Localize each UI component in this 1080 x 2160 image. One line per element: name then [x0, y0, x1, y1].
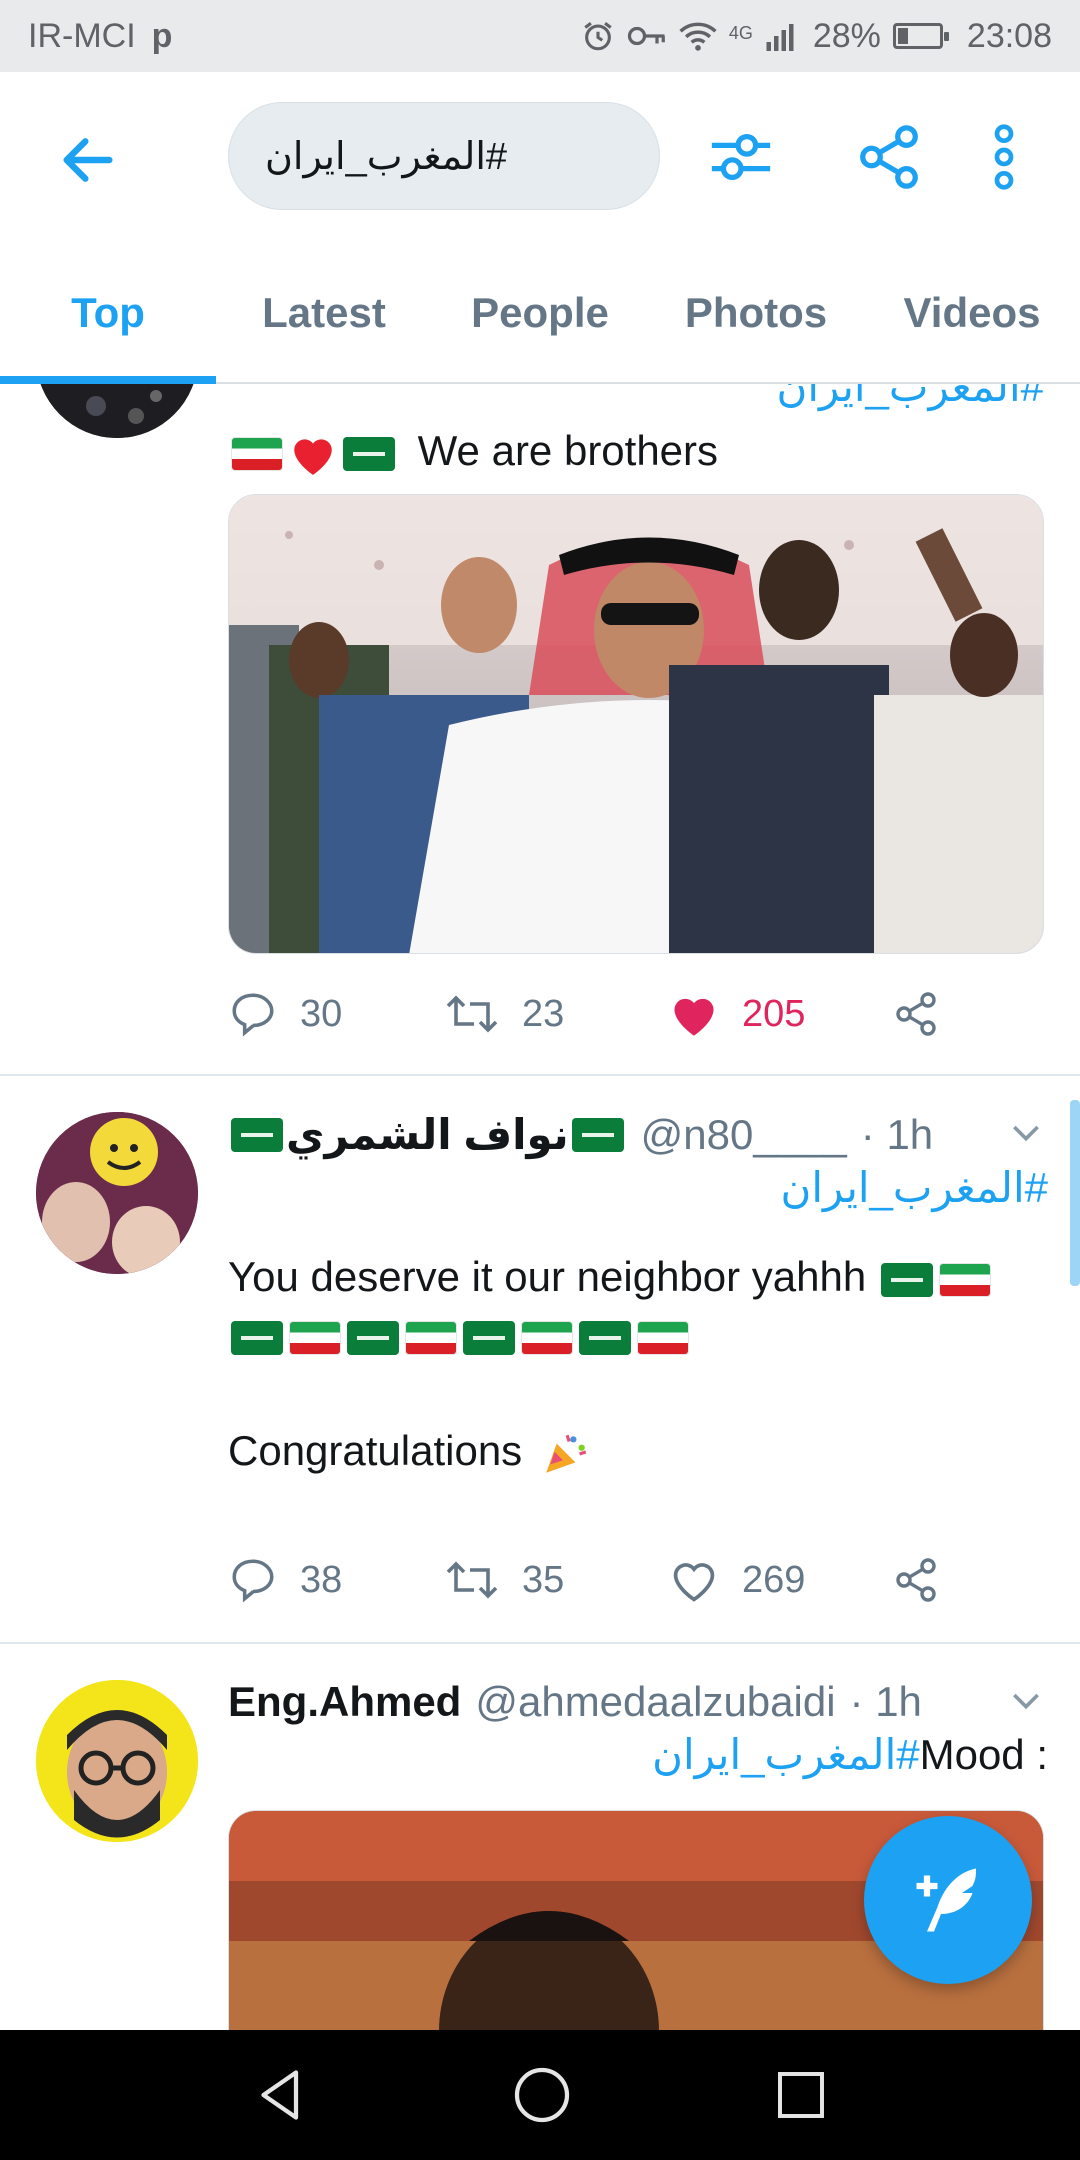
saudi-flag-icon: [347, 1320, 399, 1355]
retweet-icon: [446, 995, 498, 1033]
tab-top[interactable]: Top: [0, 244, 216, 384]
saudi-flag-icon: [880, 1262, 933, 1297]
compose-tweet-button[interactable]: [864, 1816, 1032, 1984]
signal-icon: [766, 24, 794, 51]
user-handle[interactable]: @ahmedaalzubaidi: [475, 1678, 835, 1726]
tab-videos[interactable]: Videos: [864, 244, 1080, 382]
tweet-text-line2: Congratulations: [228, 1427, 523, 1474]
tweet-hashtag[interactable]: #المغرب_ايران: [652, 1731, 919, 1778]
like-count: 269: [742, 1558, 806, 1601]
avatar[interactable]: [36, 384, 198, 438]
reply-icon: [232, 993, 274, 1037]
tweet-text: We are brothers: [228, 422, 1048, 480]
reply-count: 38: [300, 1558, 343, 1601]
carrier-icon: p: [151, 16, 173, 55]
iran-flag-icon: [231, 436, 283, 471]
tweet-photo[interactable]: [228, 494, 1044, 954]
iran-flag-icon: [405, 1320, 457, 1355]
key-icon: [627, 26, 665, 46]
nav-recents-icon[interactable]: [773, 2067, 829, 2123]
share-tweet-button[interactable]: [892, 1556, 940, 1604]
nav-home-icon[interactable]: [512, 2065, 572, 2125]
chevron-down-icon[interactable]: [1006, 1112, 1046, 1152]
like-button[interactable]: 205: [668, 990, 892, 1038]
network-type: 4G: [728, 22, 753, 43]
chevron-down-icon[interactable]: [1006, 1680, 1046, 1720]
like-count: 205: [742, 992, 806, 1035]
display-name[interactable]: Eng.Ahmed: [228, 1678, 461, 1726]
like-button[interactable]: 269: [668, 1556, 892, 1604]
feather-plus-icon: [916, 1868, 976, 1932]
heart-filled-icon: [674, 998, 714, 1036]
tweet[interactable]: #المغرب_ايران We are brothers 30 23 205: [0, 384, 1080, 1076]
iran-flag-icon: [938, 1262, 991, 1297]
tweet-hashtag[interactable]: #المغرب_ايران: [228, 384, 1044, 411]
retweet-count: 35: [522, 1558, 565, 1601]
nav-back-icon[interactable]: [251, 2065, 311, 2125]
tweet-text: #المغرب_ايرانMood :: [228, 1730, 1048, 1779]
system-nav-bar: [0, 2030, 1080, 2160]
filter-sliders-icon[interactable]: [706, 122, 776, 192]
retweet-button[interactable]: 23: [444, 989, 668, 1039]
battery-icon: [892, 23, 949, 49]
reply-button[interactable]: 38: [228, 1555, 444, 1605]
tweet-text-line1: You deserve it our neighbor yahhh: [228, 1253, 867, 1300]
reply-button[interactable]: 30: [228, 989, 444, 1039]
tweet-hashtag[interactable]: #المغرب_ايران: [228, 1163, 1048, 1212]
tab-people[interactable]: People: [432, 244, 648, 382]
reply-icon: [232, 1559, 274, 1603]
clock: 23:08: [966, 16, 1052, 55]
search-tabs: Top Latest People Photos Videos: [0, 244, 1080, 384]
more-options-icon[interactable]: [980, 122, 1028, 192]
display-name[interactable]: نواف الشمري: [286, 1110, 569, 1159]
user-handle[interactable]: @n80____: [641, 1111, 847, 1159]
tweet-text: You deserve it our neighbor yahhh Congra…: [228, 1248, 1048, 1480]
iran-flag-icon: [637, 1320, 689, 1355]
tweet-text-content: Mood :: [919, 1731, 1048, 1778]
tweet-actions: 38 35 269: [228, 1550, 940, 1610]
search-query: #المغرب_ايران: [265, 135, 508, 178]
saudi-flag-icon: [343, 436, 395, 471]
tweet-actions: 30 23 205: [228, 984, 940, 1044]
saudi-flag-icon: [231, 1320, 283, 1355]
saudi-flag-icon: [231, 1117, 283, 1152]
share-icon: [896, 1558, 936, 1602]
scrollbar[interactable]: [1070, 1100, 1080, 1286]
iran-flag-icon: [521, 1320, 573, 1355]
alarm-icon: [584, 22, 612, 51]
tweet-header: نواف الشمري @n80____ · 1h: [228, 1110, 1048, 1159]
carrier-label: IR-MCI: [28, 16, 136, 55]
party-popper-icon: [546, 1434, 587, 1473]
saudi-flag-icon: [579, 1320, 631, 1355]
share-icon: [896, 992, 936, 1036]
back-arrow-icon[interactable]: [56, 128, 120, 192]
wifi-icon: [679, 22, 717, 51]
search-input[interactable]: #المغرب_ايران: [228, 102, 660, 210]
tweet-time: · 1h: [860, 1110, 934, 1158]
tweet-header: Eng.Ahmed @ahmedaalzubaidi · 1h: [228, 1678, 1048, 1726]
avatar[interactable]: [36, 1112, 198, 1274]
share-tweet-button[interactable]: [892, 990, 940, 1038]
retweet-icon: [446, 1561, 498, 1599]
tweet-feed: #المغرب_ايران We are brothers 30 23 205 …: [0, 384, 1080, 2030]
saudi-flag-icon: [571, 1117, 624, 1152]
battery-percent: 28%: [812, 16, 881, 55]
top-bar: #المغرب_ايران: [0, 72, 1080, 244]
status-bar: IR-MCI p 4G 28% 23:08: [0, 0, 1080, 72]
tweet-text-content: We are brothers: [417, 427, 719, 474]
saudi-flag-icon: [463, 1320, 515, 1355]
share-icon[interactable]: [854, 122, 924, 192]
retweet-button[interactable]: 35: [444, 1555, 668, 1605]
avatar[interactable]: [36, 1680, 198, 1842]
reply-count: 30: [300, 992, 343, 1035]
tab-photos[interactable]: Photos: [648, 244, 864, 382]
heart-outline-icon: [673, 1563, 715, 1602]
tweet[interactable]: نواف الشمري @n80____ · 1h #المغرب_ايران …: [0, 1076, 1080, 1644]
iran-flag-icon: [289, 1320, 341, 1355]
tab-latest[interactable]: Latest: [216, 244, 432, 382]
retweet-count: 23: [522, 992, 565, 1035]
tweet-time: · 1h: [849, 1678, 922, 1725]
red-heart-icon: [294, 439, 332, 475]
